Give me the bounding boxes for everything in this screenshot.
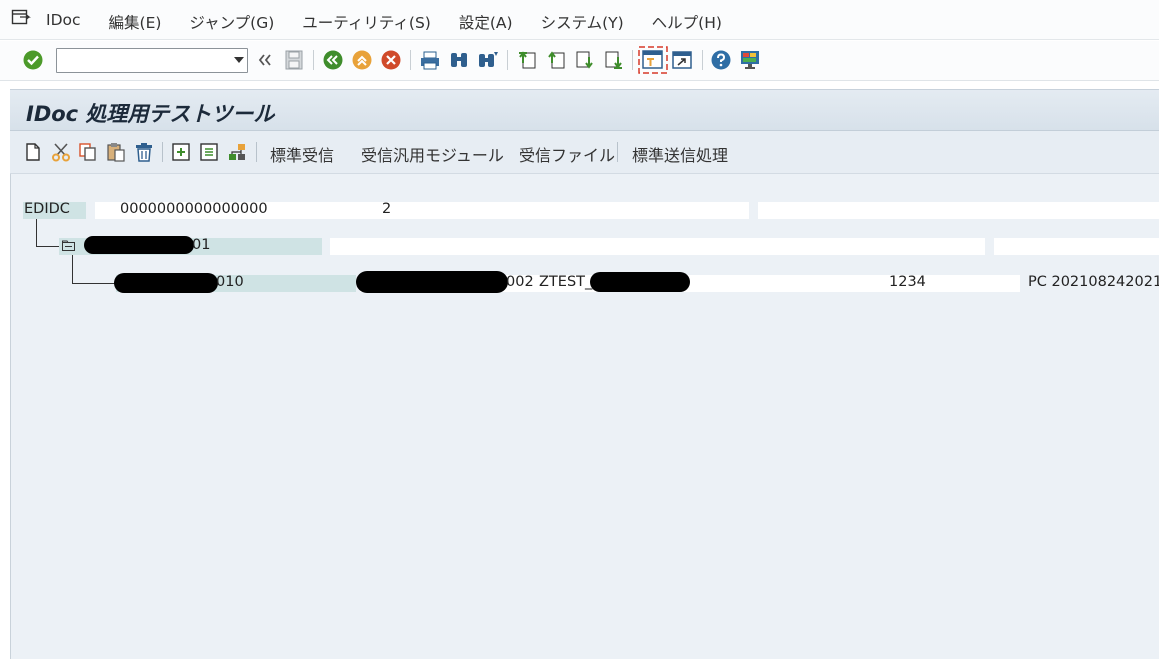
previous-page-icon[interactable] bbox=[545, 49, 567, 71]
new-document-icon[interactable] bbox=[22, 141, 44, 163]
menu-idoc[interactable]: IDoc bbox=[46, 11, 81, 33]
tree-connector bbox=[72, 283, 118, 284]
segment-label[interactable]: 010 bbox=[216, 274, 244, 290]
edidc-label[interactable]: EDIDC bbox=[24, 201, 70, 217]
toolbar-separator bbox=[702, 50, 703, 70]
first-page-icon[interactable] bbox=[516, 49, 538, 71]
segment-value-3: ZTEST_ bbox=[539, 274, 593, 290]
standard-inbound-button[interactable]: 標準受信 bbox=[270, 142, 334, 166]
menu-utilities[interactable]: ユーティリティ(S) bbox=[302, 11, 431, 33]
toolbar-separator bbox=[617, 142, 618, 162]
customize-layout-icon[interactable] bbox=[739, 49, 761, 71]
chevron-down-icon[interactable] bbox=[234, 57, 244, 63]
toolbar-separator bbox=[162, 142, 163, 162]
inbound-file-button[interactable]: 受信ファイル bbox=[519, 142, 615, 166]
copy-icon[interactable] bbox=[77, 141, 99, 163]
help-icon[interactable] bbox=[710, 49, 732, 71]
tree-connector bbox=[36, 219, 37, 247]
redacted-block bbox=[356, 271, 508, 293]
shortcut-icon[interactable] bbox=[671, 49, 693, 71]
redacted-block bbox=[84, 236, 194, 254]
cancel-icon[interactable] bbox=[380, 49, 402, 71]
find-icon[interactable] bbox=[448, 49, 470, 71]
edidc-value-2: 2 bbox=[382, 201, 392, 217]
segment-value-5: PC 202108242021 bbox=[1028, 274, 1159, 290]
menu-goto[interactable]: ジャンプ(G) bbox=[189, 11, 274, 33]
next-page-icon[interactable] bbox=[574, 49, 596, 71]
data-segment-extra-cell bbox=[994, 238, 1159, 255]
content-area bbox=[10, 89, 1159, 659]
standard-outbound-button[interactable]: 標準送信処理 bbox=[632, 142, 728, 166]
back-icon[interactable] bbox=[257, 49, 273, 71]
data-segment-label[interactable]: 01 bbox=[192, 237, 210, 253]
new-session-icon[interactable] bbox=[638, 46, 668, 74]
exit-icon[interactable] bbox=[351, 49, 373, 71]
redacted-block bbox=[114, 273, 218, 293]
cut-icon[interactable] bbox=[50, 141, 72, 163]
toolbar-separator bbox=[632, 50, 633, 70]
delete-icon[interactable] bbox=[133, 141, 155, 163]
menu-settings[interactable]: 設定(A) bbox=[459, 11, 513, 33]
toolbar-separator bbox=[507, 50, 508, 70]
segment-value-4: 1234 bbox=[889, 274, 926, 290]
command-field[interactable] bbox=[56, 48, 248, 73]
segment-value-2: 002 bbox=[506, 274, 534, 290]
inbound-function-module-button[interactable]: 受信汎用モジュール bbox=[361, 142, 504, 166]
toolbar-separator bbox=[410, 50, 411, 70]
tree-connector bbox=[36, 246, 60, 247]
menu-help[interactable]: ヘルプ(H) bbox=[652, 11, 722, 33]
edit-segment-icon[interactable] bbox=[198, 141, 220, 163]
folder-open-icon[interactable] bbox=[61, 239, 76, 253]
menu-edit[interactable]: 編集(E) bbox=[109, 11, 162, 33]
toolbar-separator bbox=[313, 50, 314, 70]
tree-connector bbox=[72, 255, 73, 284]
print-icon[interactable] bbox=[419, 49, 441, 71]
system-menu-icon[interactable] bbox=[11, 9, 31, 27]
menu-system[interactable]: システム(Y) bbox=[541, 11, 624, 33]
insert-segment-icon[interactable] bbox=[170, 141, 192, 163]
find-next-icon[interactable] bbox=[477, 49, 499, 71]
menu-items: IDoc 編集(E) ジャンプ(G) ユーティリティ(S) 設定(A) システム… bbox=[46, 11, 750, 33]
save-icon[interactable] bbox=[284, 49, 304, 71]
title-bar: IDoc 処理用テストツール bbox=[10, 89, 1159, 131]
edidc-value-1: 0000000000000000 bbox=[120, 201, 268, 217]
toolbar-separator bbox=[256, 142, 257, 162]
last-page-icon[interactable] bbox=[603, 49, 625, 71]
hierarchy-icon[interactable] bbox=[226, 141, 248, 163]
page-title: IDoc 処理用テストツール bbox=[26, 102, 275, 126]
green-back-icon[interactable] bbox=[322, 49, 344, 71]
enter-icon[interactable] bbox=[22, 49, 44, 71]
redacted-block bbox=[590, 272, 690, 292]
edidc-extra-cell bbox=[758, 202, 1159, 219]
paste-icon[interactable] bbox=[105, 141, 127, 163]
command-input[interactable] bbox=[57, 49, 225, 72]
data-segment-value-cell bbox=[330, 238, 985, 255]
